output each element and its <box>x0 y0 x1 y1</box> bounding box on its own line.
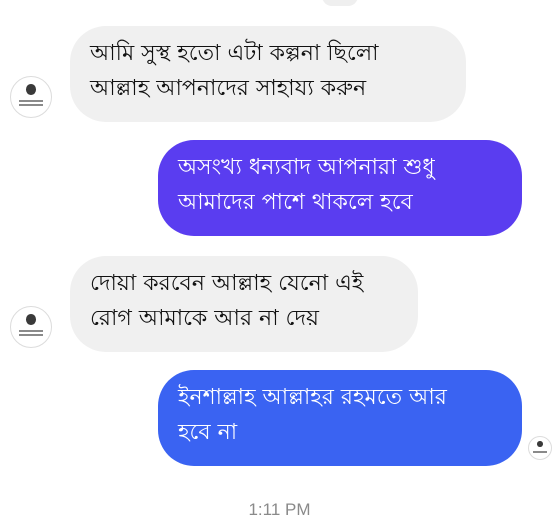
seen-indicator-avatar <box>528 436 552 460</box>
message-text-line: রোগ আমাকে আর না দেয় <box>90 306 320 331</box>
message-text-line: আল্লাহ আপনাদের সাহায্য করুন <box>90 76 367 101</box>
message-bubble-outgoing[interactable]: অসংখ্য ধন্যবাদ আপনারা শুধু আমাদের পাশে থ… <box>158 140 522 236</box>
contact-avatar[interactable] <box>10 306 52 348</box>
avatar-caption <box>19 334 43 337</box>
message-text-line: আমাদের পাশে থাকলে হবে <box>178 190 413 215</box>
avatar-portrait <box>26 84 36 95</box>
message-bubble-incoming[interactable]: দোয়া করবেন আল্লাহ যেনো এই রোগ আমাকে আর … <box>70 256 418 352</box>
avatar-caption <box>19 100 43 103</box>
message-bubble-incoming[interactable]: আমি সুস্থ হতো এটা কল্পনা ছিলো আল্লাহ আপন… <box>70 26 466 122</box>
contact-avatar[interactable] <box>10 76 52 118</box>
message-text-line: ইনশাল্লাহ আল্লাহর রহমতে আর <box>178 385 447 410</box>
message-bubble-outgoing[interactable]: ইনশাল্লাহ আল্লাহর রহমতে আর হবে না <box>158 370 522 466</box>
avatar-caption <box>19 104 43 107</box>
message-text-line: হবে না <box>178 420 238 445</box>
avatar-caption <box>533 450 547 453</box>
avatar-portrait <box>537 440 543 447</box>
message-text-line: অসংখ্য ধন্যবাদ আপনারা শুধু <box>178 155 435 180</box>
message-text-line: আমি সুস্থ হতো এটা কল্পনা ছিলো <box>90 41 379 66</box>
avatar-caption <box>19 330 43 333</box>
message-timestamp: 1:11 PM <box>248 500 311 519</box>
message-text-line: দোয়া করবেন আল্লাহ যেনো এই <box>90 271 364 296</box>
avatar-portrait <box>26 314 36 325</box>
previous-message-edge <box>322 0 358 6</box>
